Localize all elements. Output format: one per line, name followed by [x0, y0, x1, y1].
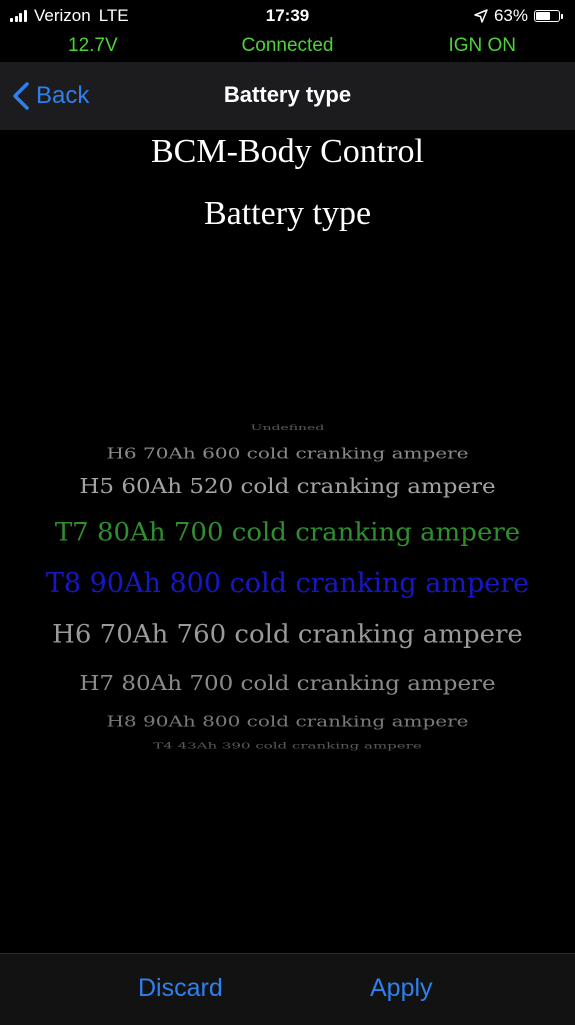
- picker-item[interactable]: H5 60Ah 520 cold cranking ampere: [0, 476, 575, 499]
- picker-item[interactable]: T7 80Ah 700 cold cranking ampere: [0, 519, 575, 548]
- battery-type-picker[interactable]: Undefined H6 70Ah 600 cold cranking amper…: [0, 415, 575, 765]
- discard-button[interactable]: Discard: [138, 974, 223, 1003]
- location-arrow-icon: [474, 9, 488, 23]
- picker-item[interactable]: T4 43Ah 390 cold cranking ampere: [0, 741, 575, 751]
- picker-item[interactable]: Undefined: [0, 424, 575, 433]
- setting-heading: Battery type: [203, 195, 372, 232]
- connection-bar: 12.7V Connected IGN ON: [0, 32, 575, 62]
- battery-fill: [536, 12, 550, 20]
- picker-item[interactable]: H6 70Ah 760 cold cranking ampere: [0, 621, 575, 650]
- picker-item-selected[interactable]: T8 90Ah 800 cold cranking ampere: [0, 568, 575, 599]
- module-heading: BCM-Body Control: [151, 133, 424, 170]
- picker-item[interactable]: H7 80Ah 700 cold cranking ampere: [0, 673, 575, 696]
- picker-item[interactable]: H8 90Ah 800 cold cranking ampere: [0, 712, 575, 730]
- battery-cap: [561, 13, 563, 19]
- ignition-status: IGN ON: [448, 35, 516, 56]
- battery-percent: 63%: [493, 6, 528, 25]
- picker-item[interactable]: H6 70Ah 600 cold cranking ampere: [0, 444, 575, 462]
- apply-button[interactable]: Apply: [370, 974, 433, 1003]
- navigation-bar: Back Battery type: [0, 62, 575, 130]
- battery-icon: [534, 10, 560, 22]
- status-bar: Verizon LTE 17:39 63%: [0, 0, 575, 32]
- status-right: 63%: [474, 6, 563, 26]
- page-title: Battery type: [223, 82, 352, 107]
- bottom-toolbar: Discard Apply: [0, 953, 575, 1025]
